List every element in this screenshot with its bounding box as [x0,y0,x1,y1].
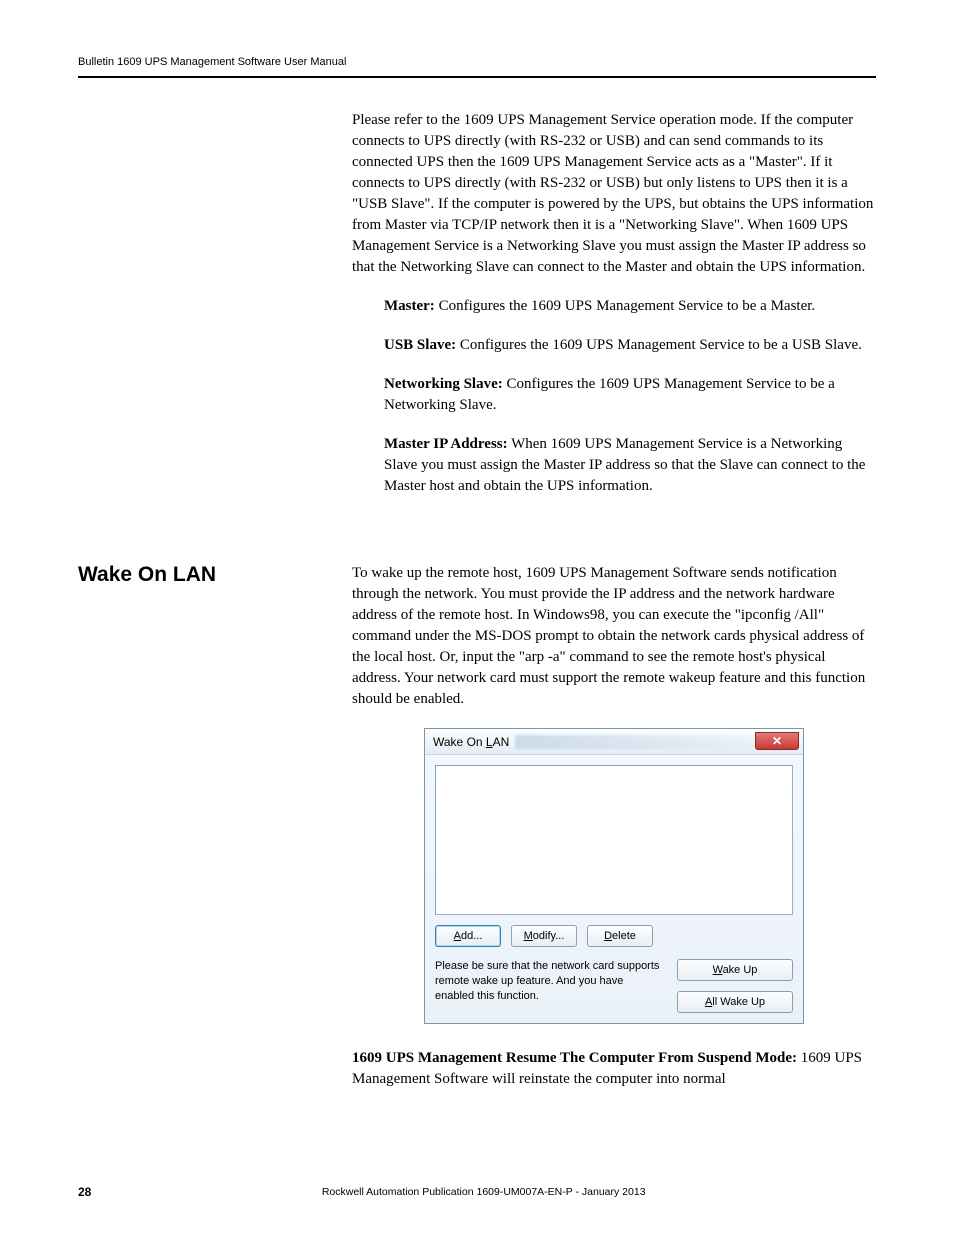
dialog-titlebar[interactable]: Wake On LAN ✕ [425,729,803,755]
close-button[interactable]: ✕ [755,732,799,750]
wake-on-lan-dialog: Wake On LAN ✕ Add... [424,728,804,1024]
publication-footer: Rockwell Automation Publication 1609-UM0… [91,1186,876,1198]
delete-button[interactable]: Delete [587,925,653,947]
dialog-title-accel: L [486,735,493,749]
dialog-title-suffix: AN [493,735,510,749]
wake-up-button[interactable]: Wake Up [677,959,793,981]
delete-suffix: elete [612,930,636,942]
intro-paragraph: Please refer to the 1609 UPS Management … [352,110,876,278]
def-usbslave-text: Configures the 1609 UPS Management Servi… [456,337,862,353]
titlebar-blur [515,735,755,749]
wol-paragraph: To wake up the remote host, 1609 UPS Man… [352,563,876,710]
def-netslave: Networking Slave: Configures the 1609 UP… [384,374,876,416]
allwakeup-suffix: ll Wake Up [712,996,765,1008]
dialog-note: Please be sure that the network card sup… [435,959,665,1004]
dialog-title: Wake On LAN [433,735,509,749]
close-icon: ✕ [772,734,782,748]
def-master: Master: Configures the 1609 UPS Manageme… [384,296,876,317]
def-masterip: Master IP Address: When 1609 UPS Managem… [384,434,876,497]
page-number: 28 [78,1185,91,1199]
def-usbslave: USB Slave: Configures the 1609 UPS Manag… [384,335,876,356]
add-button[interactable]: Add... [435,925,501,947]
def-netslave-term: Networking Slave: [384,376,503,392]
delete-accel: D [604,930,612,942]
wakeup-suffix: ake Up [723,964,758,976]
all-wake-up-button[interactable]: All Wake Up [677,991,793,1013]
def-usbslave-term: USB Slave: [384,337,456,353]
header-rule [78,76,876,78]
running-header: Bulletin 1609 UPS Management Software Us… [78,56,876,68]
resume-term: 1609 UPS Management Resume The Computer … [352,1050,797,1066]
dialog-title-prefix: Wake On [433,735,486,749]
modify-button[interactable]: Modify... [511,925,577,947]
modify-suffix: odify... [533,930,565,942]
add-suffix: dd... [461,930,482,942]
wake-on-lan-heading: Wake On LAN [78,563,328,587]
add-accel: A [454,930,461,942]
def-masterip-term: Master IP Address: [384,436,508,452]
wakeup-accel: W [713,964,723,976]
modify-accel: M [524,930,533,942]
host-listbox[interactable] [435,765,793,915]
def-master-term: Master: [384,298,435,314]
def-master-text: Configures the 1609 UPS Management Servi… [435,298,815,314]
resume-paragraph: 1609 UPS Management Resume The Computer … [352,1048,876,1090]
